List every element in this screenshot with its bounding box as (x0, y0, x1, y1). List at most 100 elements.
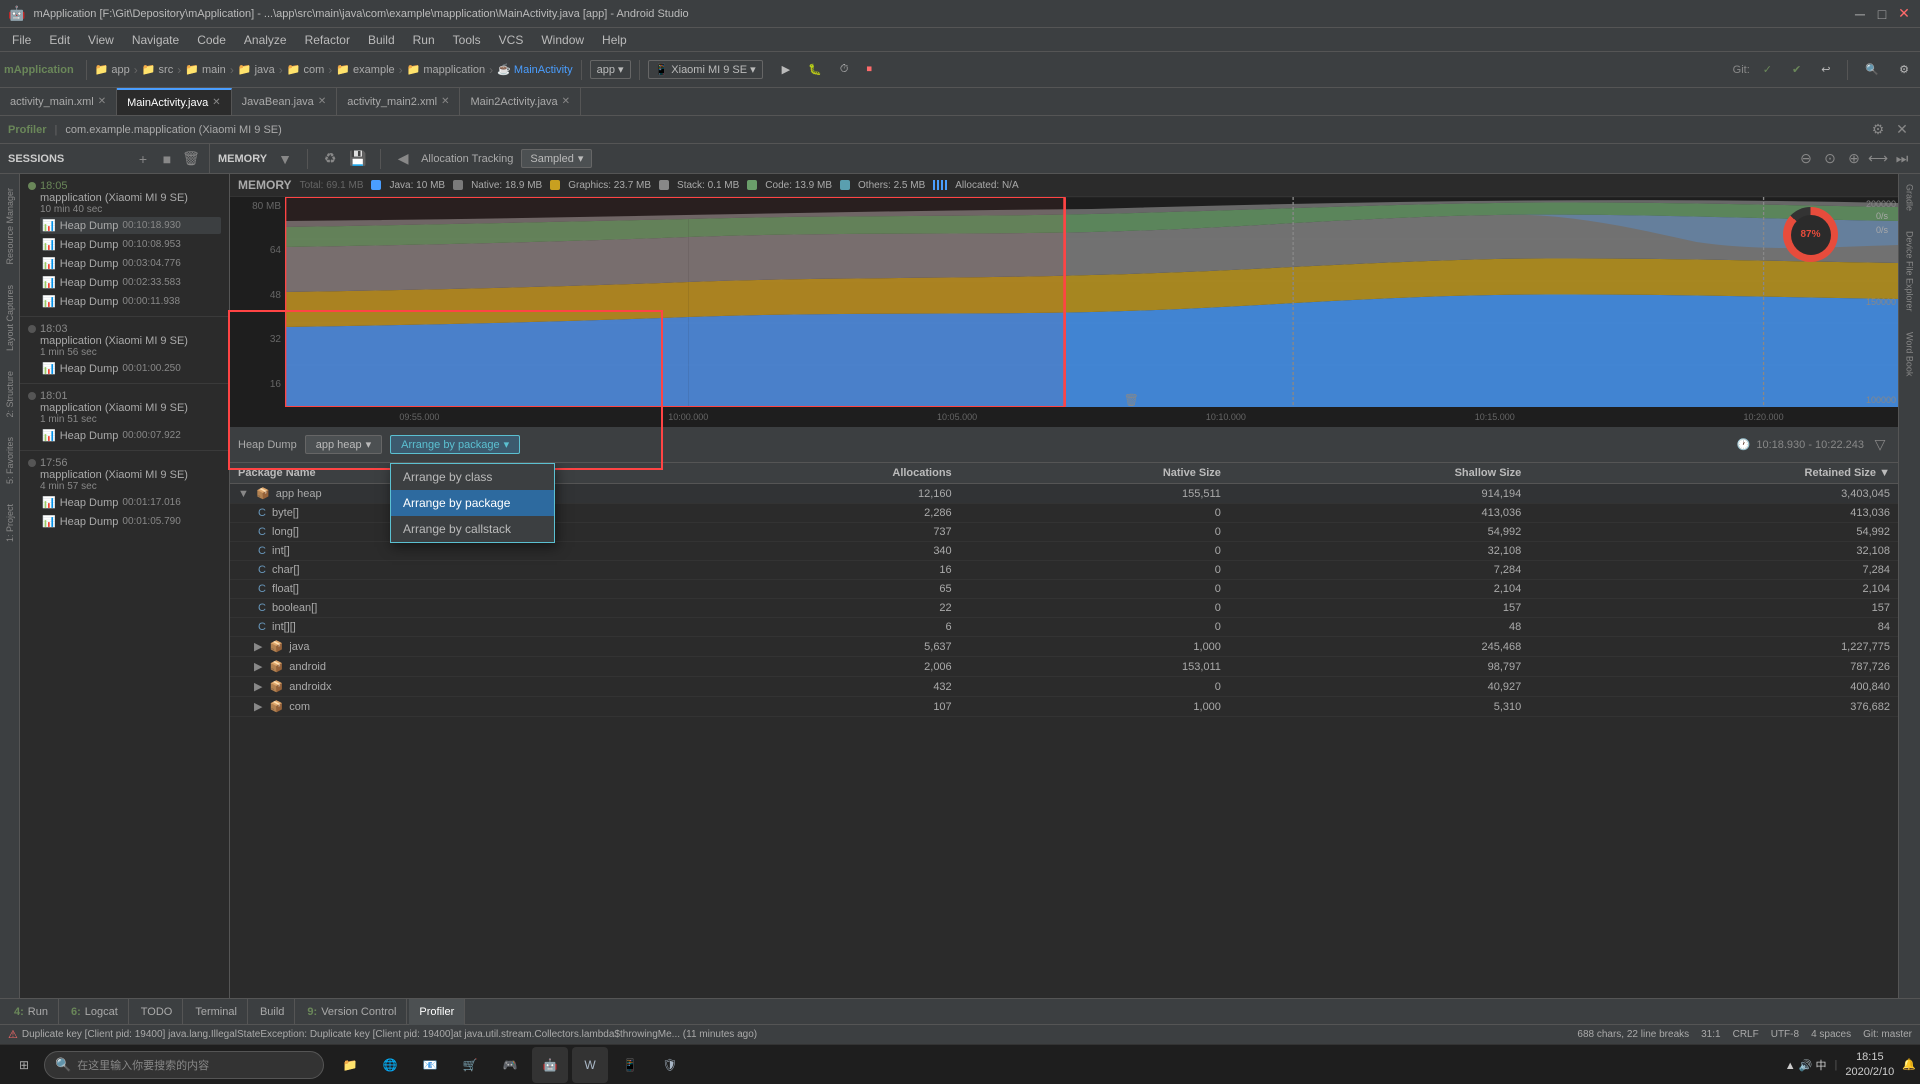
run-btn[interactable]: ▶ (775, 60, 797, 79)
table-row[interactable]: ▶ 📦 androidx 432 0 40,927 400,840 (230, 677, 1898, 697)
git-tick-btn[interactable]: ✔ (1785, 60, 1808, 79)
menu-item-vcs[interactable]: VCS (491, 31, 532, 49)
arrange-by-class-option[interactable]: Arrange by class (391, 464, 554, 490)
table-row[interactable]: ▶ 📦 com 107 1,000 5,310 376,682 (230, 697, 1898, 717)
settings-icon-btn[interactable]: ⚙ (1868, 120, 1888, 140)
word-book-tab[interactable]: Word Book (1903, 326, 1917, 382)
app-dropdown[interactable]: app ▾ (590, 60, 631, 79)
git-revert-btn[interactable]: ↩ (1814, 60, 1837, 79)
close-profiler-btn[interactable]: ✕ (1892, 120, 1912, 140)
table-row[interactable]: C boolean[] 22 0 157 157 (230, 599, 1898, 618)
profile-btn[interactable]: ⏱ (833, 60, 856, 79)
minimize-button[interactable]: ─ (1852, 6, 1868, 22)
table-row[interactable]: ▶ 📦 java 5,637 1,000 245,468 1,227,775 (230, 637, 1898, 657)
taskbar-app-2[interactable]: 🌐 (372, 1047, 408, 1083)
taskbar-app-word[interactable]: W (572, 1047, 608, 1083)
taskbar-app-1[interactable]: 📁 (332, 1047, 368, 1083)
session-item-1-5[interactable]: 📊 Heap Dump 00:00:11.938 (40, 293, 221, 310)
taskbar-app-5[interactable]: 🎮 (492, 1047, 528, 1083)
zoom-reset-btn[interactable]: ⊙ (1820, 149, 1840, 169)
menu-item-analyze[interactable]: Analyze (236, 31, 295, 49)
bottom-tab-build[interactable]: Build (250, 999, 295, 1025)
zoom-in-btn[interactable]: ⊕ (1844, 149, 1864, 169)
del-session-btn[interactable]: 🗑 (181, 149, 201, 169)
gradle-tab[interactable]: Gradle (1903, 178, 1917, 217)
device-dropdown[interactable]: 📱 Xiaomi MI 9 SE ▾ (648, 60, 763, 79)
taskbar-app-4[interactable]: 🛒 (452, 1047, 488, 1083)
menu-item-view[interactable]: View (80, 31, 122, 49)
maximize-button[interactable]: □ (1874, 6, 1890, 22)
tab-JavaBean-java[interactable]: JavaBean.java✕ (232, 88, 338, 116)
tab-MainActivity-java[interactable]: MainActivity.java✕ (117, 88, 232, 116)
bottom-tab-logcat[interactable]: 6:Logcat (61, 999, 129, 1025)
sampled-dropdown[interactable]: Sampled▾ (521, 149, 592, 168)
expand-toggle[interactable]: ▶ (254, 641, 262, 653)
filter-btn[interactable]: ▽ (1870, 435, 1890, 455)
session-item-1-4[interactable]: 📊 Heap Dump 00:02:33.583 (40, 274, 221, 291)
table-row[interactable]: ▶ 📦 android 2,006 153,011 98,797 787,726 (230, 657, 1898, 677)
tab-close-icon[interactable]: ✕ (98, 96, 106, 107)
tab-activity_main2-xml[interactable]: activity_main2.xml✕ (337, 88, 460, 116)
taskbar-search[interactable]: 🔍 在这里输入你要搜索的内容 (44, 1051, 324, 1079)
session-item-1-1[interactable]: 📊 Heap Dump 00:10:18.930 (40, 217, 221, 234)
memory-settings-btn[interactable]: ▼ (275, 149, 295, 169)
stop-btn[interactable]: ⏹ (859, 60, 879, 79)
expand-toggle[interactable]: ▶ (254, 681, 262, 693)
skip-end-btn[interactable]: ⏭ (1892, 149, 1912, 169)
settings-btn[interactable]: ⚙ (1892, 60, 1916, 79)
bottom-tab-run[interactable]: 4:Run (4, 999, 59, 1025)
stop-session-btn[interactable]: ■ (157, 149, 177, 169)
profiler-tab[interactable]: Profiler (8, 124, 47, 136)
bottom-tab-terminal[interactable]: Terminal (185, 999, 248, 1025)
menu-item-build[interactable]: Build (360, 31, 403, 49)
tab-close-icon[interactable]: ✕ (318, 96, 326, 107)
arrange-by-package-option[interactable]: Arrange by package (391, 490, 554, 516)
session-item-4-1[interactable]: 📊 Heap Dump 00:01:17.016 (40, 494, 221, 511)
menu-item-help[interactable]: Help (594, 31, 635, 49)
menu-item-tools[interactable]: Tools (445, 31, 489, 49)
start-button[interactable]: ⊞ (4, 1047, 44, 1083)
tab-close-icon[interactable]: ✕ (212, 97, 220, 108)
expand-toggle[interactable]: ▶ (254, 661, 262, 673)
taskbar-app-android[interactable]: 📱 (612, 1047, 648, 1083)
menu-item-refactor[interactable]: Refactor (297, 31, 358, 49)
menu-item-window[interactable]: Window (533, 31, 592, 49)
taskbar-app-6[interactable]: 🤖 (532, 1047, 568, 1083)
bottom-tab-profiler[interactable]: Profiler (409, 999, 465, 1025)
git-check-btn[interactable]: ✓ (1756, 60, 1779, 79)
arrange-dropdown-btn[interactable]: Arrange by package ▾ (390, 435, 520, 454)
device-explorer-tab[interactable]: Device File Explorer (1903, 225, 1917, 318)
force-gc-btn[interactable]: ♻ (320, 149, 340, 169)
menu-item-code[interactable]: Code (189, 31, 234, 49)
menu-item-file[interactable]: File (4, 31, 39, 49)
table-row[interactable]: C float[] 65 0 2,104 2,104 (230, 580, 1898, 599)
app-heap-dropdown[interactable]: app heap ▾ (305, 435, 382, 454)
expand-toggle[interactable]: ▶ (254, 701, 262, 713)
table-row[interactable]: C int[][] 6 0 48 84 (230, 618, 1898, 637)
captures-tab[interactable]: Layout Captures (3, 279, 17, 357)
menu-item-navigate[interactable]: Navigate (124, 31, 187, 49)
close-button[interactable]: ✕ (1896, 6, 1912, 22)
session-item-2-1[interactable]: 📊 Heap Dump 00:01:00.250 (40, 360, 221, 377)
bottom-tab-version-control[interactable]: 9:Version Control (297, 999, 407, 1025)
notification-bell[interactable]: 🔔 (1902, 1058, 1916, 1071)
table-row[interactable]: C int[] 340 0 32,108 32,108 (230, 542, 1898, 561)
structure-tab[interactable]: 2: Structure (3, 365, 17, 424)
session-item-1-2[interactable]: 📊 Heap Dump 00:10:08.953 (40, 236, 221, 253)
session-item-3-1[interactable]: 📊 Heap Dump 00:00:07.922 (40, 427, 221, 444)
back-btn[interactable]: ◀ (393, 149, 413, 169)
add-session-btn[interactable]: + (133, 149, 153, 169)
bottom-tab-todo[interactable]: TODO (131, 999, 184, 1025)
zoom-fit-btn[interactable]: ⟷ (1868, 149, 1888, 169)
favorites-tab[interactable]: 5: Favorites (3, 431, 17, 490)
tab-close-icon[interactable]: ✕ (441, 96, 449, 107)
debug-btn[interactable]: 🐛 (801, 60, 829, 79)
arrange-by-callstack-option[interactable]: Arrange by callstack (391, 516, 554, 542)
zoom-out-btn[interactable]: ⊖ (1796, 149, 1816, 169)
session-item-4-2[interactable]: 📊 Heap Dump 00:01:05.790 (40, 513, 221, 530)
tab-Main2Activity-java[interactable]: Main2Activity.java✕ (460, 88, 581, 116)
heap-dump-btn[interactable]: 💾 (348, 149, 368, 169)
taskbar-app-shield[interactable]: 🛡 (652, 1047, 688, 1083)
taskbar-app-3[interactable]: 📧 (412, 1047, 448, 1083)
search-btn[interactable]: 🔍 (1858, 60, 1886, 79)
